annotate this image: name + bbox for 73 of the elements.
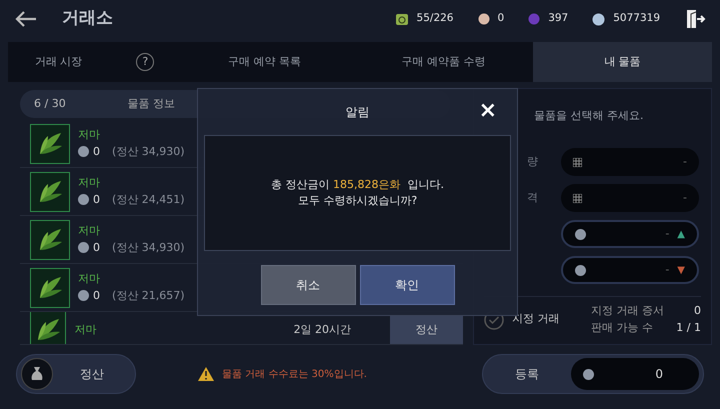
item-slot[interactable] bbox=[30, 172, 70, 212]
stat-label: 판매 가능 수 bbox=[591, 320, 653, 336]
settlement-amount: (정산 24,451) bbox=[112, 192, 185, 208]
currency-amount: 397 bbox=[548, 11, 568, 26]
item-slot[interactable] bbox=[30, 124, 70, 164]
arrow-button[interactable]: ▼ bbox=[677, 262, 685, 278]
coin-icon bbox=[78, 194, 89, 206]
coin-icon bbox=[575, 264, 586, 276]
coin-icon bbox=[592, 12, 606, 26]
settle-button[interactable]: 정산 bbox=[390, 315, 463, 344]
coin-icon bbox=[583, 368, 594, 380]
stat-value: 0 bbox=[694, 303, 701, 319]
dialog-title: 알림 bbox=[346, 104, 370, 121]
arrow-button[interactable]: ▲ bbox=[677, 226, 685, 242]
field-value: - bbox=[665, 226, 670, 242]
stat-value: 1 / 1 bbox=[676, 320, 701, 336]
item-name: 저마 bbox=[78, 175, 101, 191]
register-button[interactable]: 등록 bbox=[487, 364, 567, 384]
item-price: 0 bbox=[93, 144, 100, 160]
item-count: 6 / 30 bbox=[34, 96, 66, 112]
page-title: 거래소 bbox=[62, 7, 113, 30]
item-price: 0 bbox=[93, 288, 100, 304]
field-value: - bbox=[683, 190, 687, 206]
settle-button[interactable]: 정산 bbox=[16, 354, 136, 394]
field-label: 격 bbox=[526, 190, 539, 206]
fee-notice: 물품 거래 수수료는 30%입니다. bbox=[222, 368, 367, 382]
item-slot[interactable] bbox=[30, 312, 66, 344]
currency-amount: 55/226 bbox=[416, 11, 454, 26]
item-slot[interactable] bbox=[30, 220, 70, 260]
item-price: 0 bbox=[93, 240, 100, 256]
keypad-icon bbox=[573, 158, 582, 166]
item-name: 저마 bbox=[74, 322, 98, 338]
field-label: 량 bbox=[526, 154, 539, 170]
item-name: 저마 bbox=[78, 127, 101, 143]
exit-door-icon[interactable] bbox=[684, 8, 706, 30]
currency-amount: 5077319 bbox=[613, 11, 660, 26]
message-text: 모두 수령하시겠습니까? bbox=[298, 193, 418, 209]
help-button[interactable]: ? bbox=[136, 53, 154, 71]
confirm-button[interactable]: 확인 bbox=[360, 265, 454, 305]
cancel-button[interactable]: 취소 bbox=[260, 265, 356, 305]
remaining-time: 2일 20시간 bbox=[294, 322, 352, 338]
stat-label: 지정 거래 증서 bbox=[591, 303, 664, 319]
item-name: 저마 bbox=[78, 223, 101, 239]
coin-icon bbox=[78, 242, 89, 254]
input-field[interactable]: - bbox=[561, 148, 699, 176]
money-bag-icon bbox=[21, 358, 53, 390]
tab[interactable]: 거래 시장 bbox=[28, 42, 88, 82]
settlement-amount: (정산 34,930) bbox=[112, 240, 185, 256]
tab[interactable]: 내 물품 bbox=[533, 42, 712, 82]
tab[interactable]: 구매 예약 목록 bbox=[175, 42, 354, 82]
tab[interactable]: 구매 예약품 수령 bbox=[354, 42, 533, 82]
item-slot[interactable] bbox=[30, 268, 70, 308]
item-name: 저마 bbox=[78, 271, 101, 287]
item-price: 0 bbox=[93, 192, 100, 208]
coin-icon bbox=[575, 228, 586, 240]
input-field[interactable]: - ▼ bbox=[561, 256, 699, 284]
currency-amount: 0 bbox=[498, 11, 504, 26]
column-heading: 물품 정보 bbox=[128, 96, 176, 112]
settlement-amount: (정산 34,930) bbox=[112, 144, 185, 160]
settlement-amount: (정산 21,657) bbox=[112, 288, 185, 304]
keypad-icon bbox=[573, 194, 582, 202]
field-value: - bbox=[665, 262, 670, 278]
input-field[interactable]: - bbox=[561, 184, 699, 212]
coin-icon bbox=[78, 146, 89, 158]
coin-icon bbox=[78, 290, 89, 302]
warning-icon bbox=[198, 367, 214, 381]
hint-text: 물품을 선택해 주세요. bbox=[534, 108, 644, 124]
amount-field[interactable]: 0 bbox=[571, 358, 699, 390]
close-button[interactable]: × bbox=[472, 99, 503, 123]
field-value: - bbox=[683, 154, 687, 170]
back-arrow-icon[interactable] bbox=[14, 10, 38, 28]
input-field[interactable]: - ▲ bbox=[561, 220, 699, 248]
message-text: 총 정산금이 185,828은화 입니다. bbox=[271, 176, 444, 192]
